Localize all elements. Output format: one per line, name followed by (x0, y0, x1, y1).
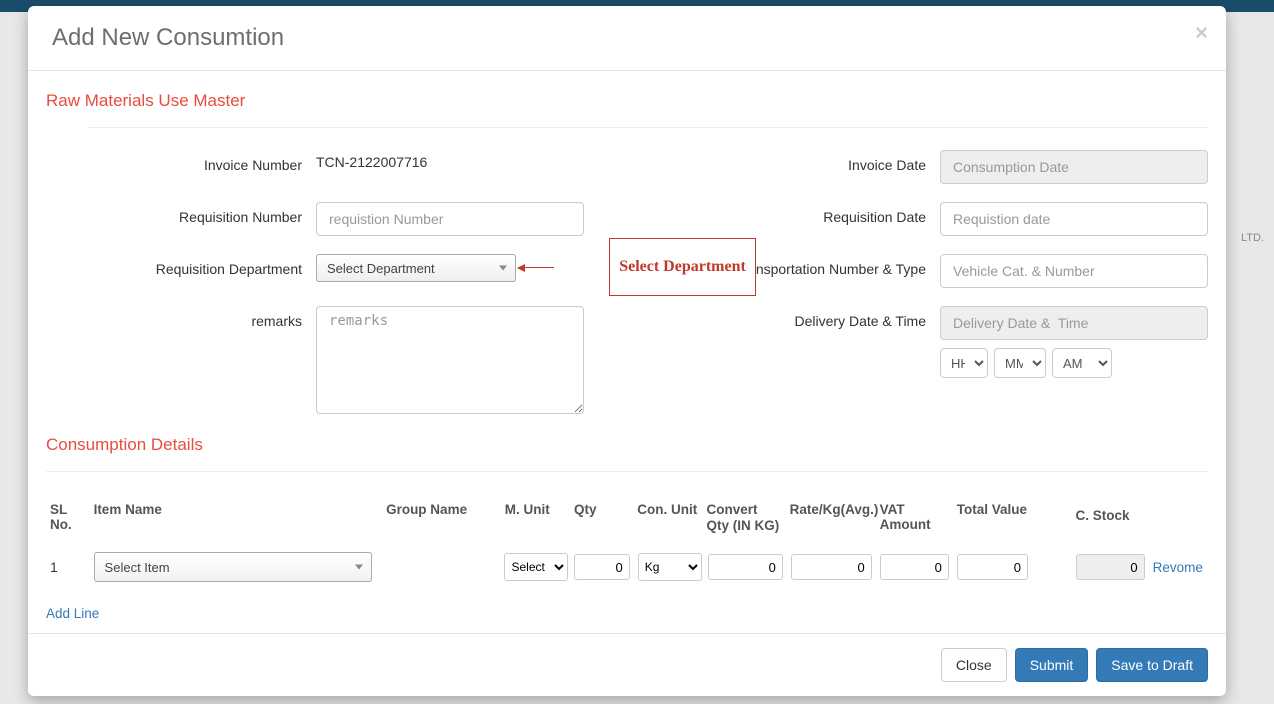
add-consumption-modal: Add New Consumtion × Raw Materials Use M… (28, 6, 1226, 696)
modal-footer: Close Submit Save to Draft (28, 633, 1226, 696)
transportation-input[interactable] (940, 254, 1208, 288)
form-left-column: Invoice Number TCN-2122007716 Requisitio… (46, 150, 627, 435)
delivery-date-input[interactable] (940, 306, 1208, 340)
row-remarks: remarks (46, 306, 627, 417)
submit-button[interactable]: Submit (1015, 648, 1089, 682)
th-action (1149, 498, 1208, 506)
row-invoice-number: Invoice Number TCN-2122007716 (46, 150, 627, 184)
row-requisition-number: Requisition Number (46, 202, 627, 236)
cell-group (382, 563, 501, 571)
item-name-value: Select Item (105, 560, 170, 575)
close-icon[interactable]: × (1195, 20, 1208, 46)
delivery-hour-select[interactable]: HH (940, 348, 988, 378)
item-name-select[interactable]: Select Item (94, 552, 372, 582)
annotation-arrow (518, 267, 554, 268)
th-item: Item Name (90, 498, 383, 521)
label-invoice-number: Invoice Number (46, 150, 316, 173)
label-requisition-department: Requisition Department (46, 254, 316, 277)
delivery-time-selects: HH MM AM (940, 348, 1208, 378)
label-delivery: Delivery Date & Time (627, 306, 940, 329)
cell-slno: 1 (46, 555, 90, 579)
cstock-input (1076, 554, 1145, 580)
chevron-down-icon (499, 266, 507, 271)
th-tval: Total Value (953, 498, 1032, 521)
row-requisition-department: Requisition Department Select Department (46, 254, 627, 288)
vat-input[interactable] (880, 554, 949, 580)
convert-qty-input[interactable] (708, 554, 783, 580)
label-requisition-date: Requisition Date (627, 202, 940, 225)
delivery-minute-select[interactable]: MM (994, 348, 1046, 378)
chevron-down-icon (355, 565, 363, 570)
label-remarks: remarks (46, 306, 316, 329)
section-rule-details (46, 471, 1208, 472)
background-company-text: LTD. (1241, 232, 1264, 244)
th-cunit: Con. Unit (633, 498, 702, 521)
th-rate: Rate/Kg(Avg.) (786, 498, 876, 521)
value-invoice-number: TCN-2122007716 (316, 150, 627, 170)
remove-row-link[interactable]: Revome (1153, 560, 1203, 575)
row-delivery: Delivery Date & Time HH MM AM (627, 306, 1208, 378)
consumption-details-section: Consumption Details SL No. Item Name Gro… (46, 435, 1208, 631)
qty-input[interactable] (574, 554, 629, 580)
section-title-details: Consumption Details (46, 435, 1208, 455)
th-cqty: Convert Qty (IN KG) (703, 498, 786, 538)
row-requisition-date: Requisition Date (627, 202, 1208, 236)
requisition-department-value: Select Department (327, 261, 435, 276)
details-table: SL No. Item Name Group Name M. Unit Qty … (46, 494, 1208, 631)
th-munit: M. Unit (501, 498, 570, 521)
annotation-callout: Select Department (609, 238, 756, 296)
invoice-date-input[interactable] (940, 150, 1208, 184)
rate-input[interactable] (791, 554, 872, 580)
table-row: 1 Select Item Select U (46, 542, 1208, 592)
th-group: Group Name (382, 498, 501, 521)
table-header-row: SL No. Item Name Group Name M. Unit Qty … (46, 494, 1208, 542)
munit-select[interactable]: Select U (504, 553, 568, 581)
row-invoice-date: Invoice Date (627, 150, 1208, 184)
total-value-input[interactable] (957, 554, 1028, 580)
requisition-department-select[interactable]: Select Department (316, 254, 516, 282)
th-qty: Qty (570, 498, 633, 521)
master-form: Invoice Number TCN-2122007716 Requisitio… (46, 150, 1208, 435)
th-cstock: C. Stock (1071, 498, 1148, 527)
remarks-textarea[interactable] (316, 306, 584, 414)
annotation-text: Select Department (619, 257, 746, 276)
section-title-master: Raw Materials Use Master (46, 91, 1208, 111)
label-requisition-number: Requisition Number (46, 202, 316, 225)
delivery-ampm-select[interactable]: AM (1052, 348, 1112, 378)
label-invoice-date: Invoice Date (627, 150, 940, 173)
modal-header: Add New Consumtion × (28, 6, 1226, 71)
modal-title: Add New Consumtion (52, 24, 1202, 52)
save-draft-button[interactable]: Save to Draft (1096, 648, 1208, 682)
cunit-select[interactable]: Kg (638, 553, 702, 581)
th-slno: SL No. (46, 498, 90, 536)
cell-gap (1032, 563, 1072, 571)
close-button[interactable]: Close (941, 648, 1007, 682)
requisition-number-input[interactable] (316, 202, 584, 236)
section-rule (88, 127, 1208, 128)
modal-body: Raw Materials Use Master Invoice Number … (28, 71, 1226, 633)
th-gap (1032, 498, 1072, 506)
form-right-column: Select Department Invoice Date Requisiti… (627, 150, 1208, 435)
add-line-link[interactable]: Add Line (46, 606, 99, 621)
th-vat: VAT Amount (876, 498, 953, 536)
requisition-date-input[interactable] (940, 202, 1208, 236)
